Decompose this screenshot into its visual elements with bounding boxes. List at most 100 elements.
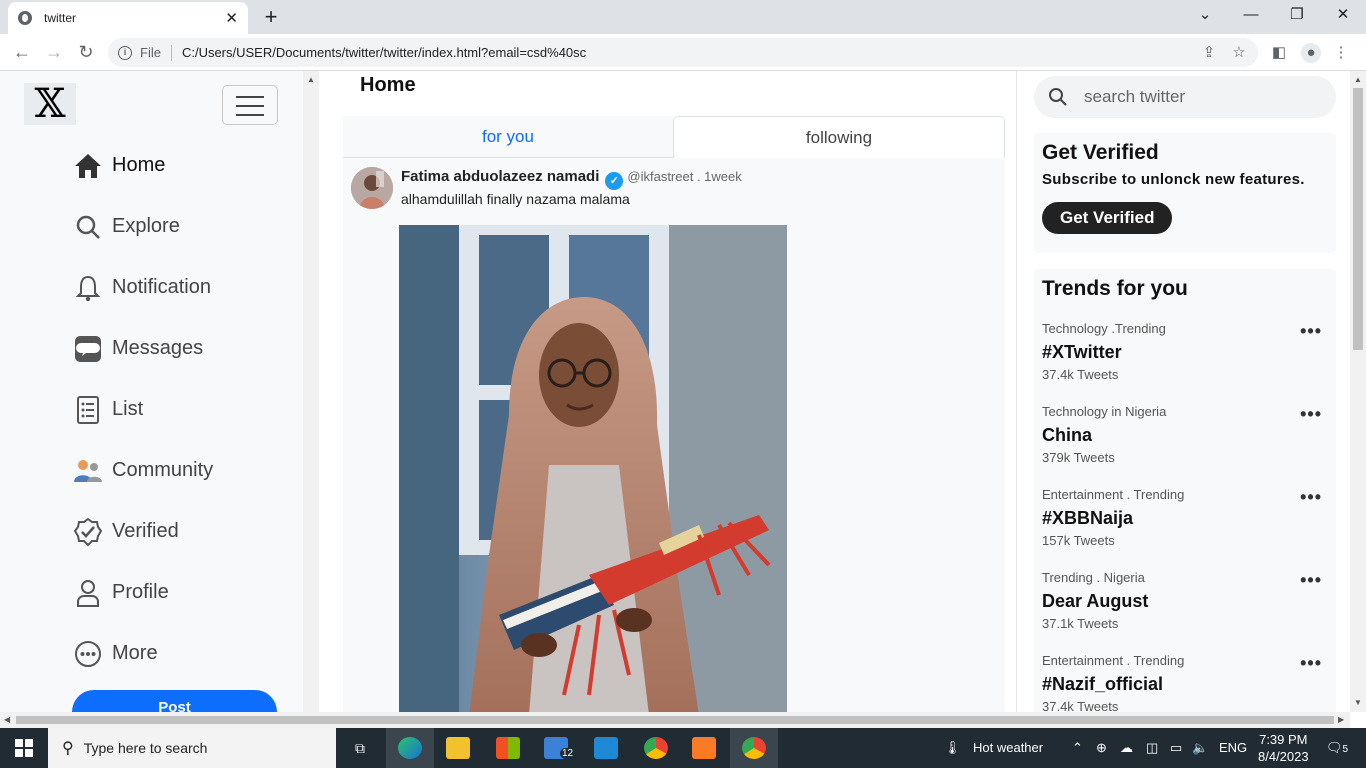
sidebar-scrollbar[interactable]: ▲ [303,71,319,712]
nav-explore[interactable]: Explore [72,196,213,257]
nav-label: List [112,398,144,420]
hamburger-menu-button[interactable] [222,85,278,125]
nav-list[interactable]: List [72,379,213,440]
nav-verified[interactable]: Verified [72,501,213,562]
trend-item[interactable]: Entertainment . Trending #Nazif_official… [1042,653,1328,712]
trend-count: 37.1k Tweets [1042,616,1119,631]
tweet-photo[interactable] [399,225,787,712]
scrollbar-thumb[interactable] [16,716,1334,724]
notification-count: 5 [1342,744,1349,755]
vscode-icon[interactable] [582,728,630,768]
close-window-button[interactable]: ✕ [1320,0,1366,30]
new-tab-button[interactable]: + [258,4,284,30]
x-logo[interactable]: 𝕏 [24,83,76,125]
nav-home[interactable]: Home [72,135,213,196]
trend-item[interactable]: Trending . Nigeria Dear August 37.1k Twe… [1042,570,1328,653]
scroll-up-arrow-icon[interactable]: ▲ [1354,75,1362,84]
tweet-author[interactable]: Fatima abduolazeez namadi ✓ @ikfastreet . … [401,168,742,190]
nav-label: Community [112,459,214,481]
windows-start-icon[interactable] [0,728,48,768]
menu-kebab-icon[interactable]: ⋮ [1331,43,1351,63]
bookmark-star-icon[interactable]: ☆ [1229,43,1249,63]
nav-profile[interactable]: Profile [72,562,213,623]
more-options-icon[interactable]: ••• [1300,404,1322,425]
task-view-icon[interactable]: ⧉ [336,728,384,768]
chevron-down-icon[interactable]: ⌄ [1182,0,1228,30]
get-verified-card: Get Verified Subscribe to unlonck new fe… [1034,133,1336,253]
more-options-icon[interactable]: ••• [1300,570,1322,591]
restore-button[interactable]: ❐ [1274,0,1320,30]
divider [170,44,172,61]
nav-more[interactable]: More [72,623,213,684]
profile-avatar-icon[interactable]: ● [1301,43,1321,63]
person-icon [72,577,104,609]
trend-count: 157k Tweets [1042,533,1115,548]
thermometer-icon[interactable]: 🌡 [944,728,961,768]
avatar[interactable] [351,167,393,209]
right-sidebar: Get Verified Subscribe to unlonck new fe… [1018,71,1350,712]
url-text[interactable]: C:/Users/USER/Documents/twitter/twitter/… [182,45,586,60]
file-explorer-icon[interactable] [434,728,482,768]
globe-icon [18,11,32,25]
reload-button[interactable]: ↻ [73,40,99,64]
forward-button[interactable]: → [41,40,67,64]
edge-browser-icon[interactable] [386,728,434,768]
xampp-icon[interactable] [680,728,728,768]
nav-label: Profile [112,581,169,603]
side-panel-icon[interactable]: ◧ [1269,43,1289,63]
trend-item[interactable]: Entertainment . Trending #XBBNaija 157k … [1042,487,1328,570]
get-verified-button[interactable]: Get Verified [1042,202,1173,234]
trend-item[interactable]: Technology .Trending #XTwitter 37.4k Twe… [1042,321,1328,404]
windows-taskbar: ⚲ Type here to search ⧉ 12 🌡 Hot weather… [0,728,1366,768]
meet-icon[interactable]: ◫ [1146,728,1158,768]
microsoft-store-icon[interactable] [484,728,532,768]
info-icon[interactable]: i [118,45,132,60]
battery-icon[interactable]: ▭ [1170,728,1182,768]
search-icon [1048,87,1068,107]
language-indicator[interactable]: ENG [1219,728,1247,768]
scroll-up-arrow-icon[interactable]: ▲ [307,75,315,84]
tab-for-you[interactable]: for you [343,116,673,158]
address-bar[interactable]: i File C:/Users/USER/Documents/twitter/t… [108,38,1258,67]
scroll-down-arrow-icon[interactable]: ▼ [1354,698,1362,707]
chrome-icon[interactable] [632,728,680,768]
tweet-card[interactable]: Fatima abduolazeez namadi ✓ @ikfastreet . … [343,158,1005,712]
more-options-icon[interactable]: ••• [1300,653,1322,674]
more-options-icon[interactable]: ••• [1300,321,1322,342]
trend-category: Entertainment . Trending [1042,653,1185,668]
share-icon[interactable]: ⇪ [1199,43,1219,63]
scroll-right-arrow-icon[interactable]: ▶ [1338,715,1344,724]
scroll-left-arrow-icon[interactable]: ◀ [4,715,10,724]
scrollbar-thumb[interactable] [1353,88,1363,350]
browser-tab-strip: twitter ✕ + ⌄ — ❐ ✕ [0,0,1366,34]
weather-text[interactable]: Hot weather [973,728,1043,768]
notification-center-icon[interactable]: 🗨5 [1326,728,1348,768]
chevron-up-icon[interactable]: ⌃ [1072,728,1083,768]
browser-tab[interactable]: twitter ✕ [8,2,248,34]
onedrive-cloud-icon[interactable]: ☁ [1120,728,1133,768]
more-options-icon[interactable]: ••• [1300,487,1322,508]
chrome-active-icon[interactable] [730,728,778,768]
post-button[interactable]: Post [72,690,277,712]
speaker-icon[interactable]: 🔈 [1192,728,1208,768]
network-globe-icon[interactable]: ⊕ [1096,728,1107,768]
search-box[interactable] [1034,76,1336,118]
tab-close-button[interactable]: ✕ [225,9,238,27]
nav-notification[interactable]: Notification [72,257,213,318]
clock[interactable]: 7:39 PM 8/4/2023 [1258,731,1309,768]
nav-label: More [112,642,158,664]
page-horizontal-scrollbar[interactable]: ◀ ▶ [0,712,1350,728]
mail-icon[interactable]: 12 [532,728,580,768]
search-input[interactable] [1084,87,1304,107]
tab-following[interactable]: following [673,116,1005,158]
nav-community[interactable]: Community [72,440,213,501]
verified-card-title: Get Verified [1042,141,1159,164]
nav-messages[interactable]: Messages [72,318,213,379]
trend-item[interactable]: Technology in Nigeria China 379k Tweets … [1042,404,1328,487]
minimize-button[interactable]: — [1228,0,1274,30]
page-vertical-scrollbar[interactable]: ▲ ▼ [1350,71,1366,712]
nav-label: Home [112,154,166,176]
back-button[interactable]: ← [9,40,35,64]
nav-label: Explore [112,215,180,237]
taskbar-search[interactable]: ⚲ Type here to search [48,728,336,768]
